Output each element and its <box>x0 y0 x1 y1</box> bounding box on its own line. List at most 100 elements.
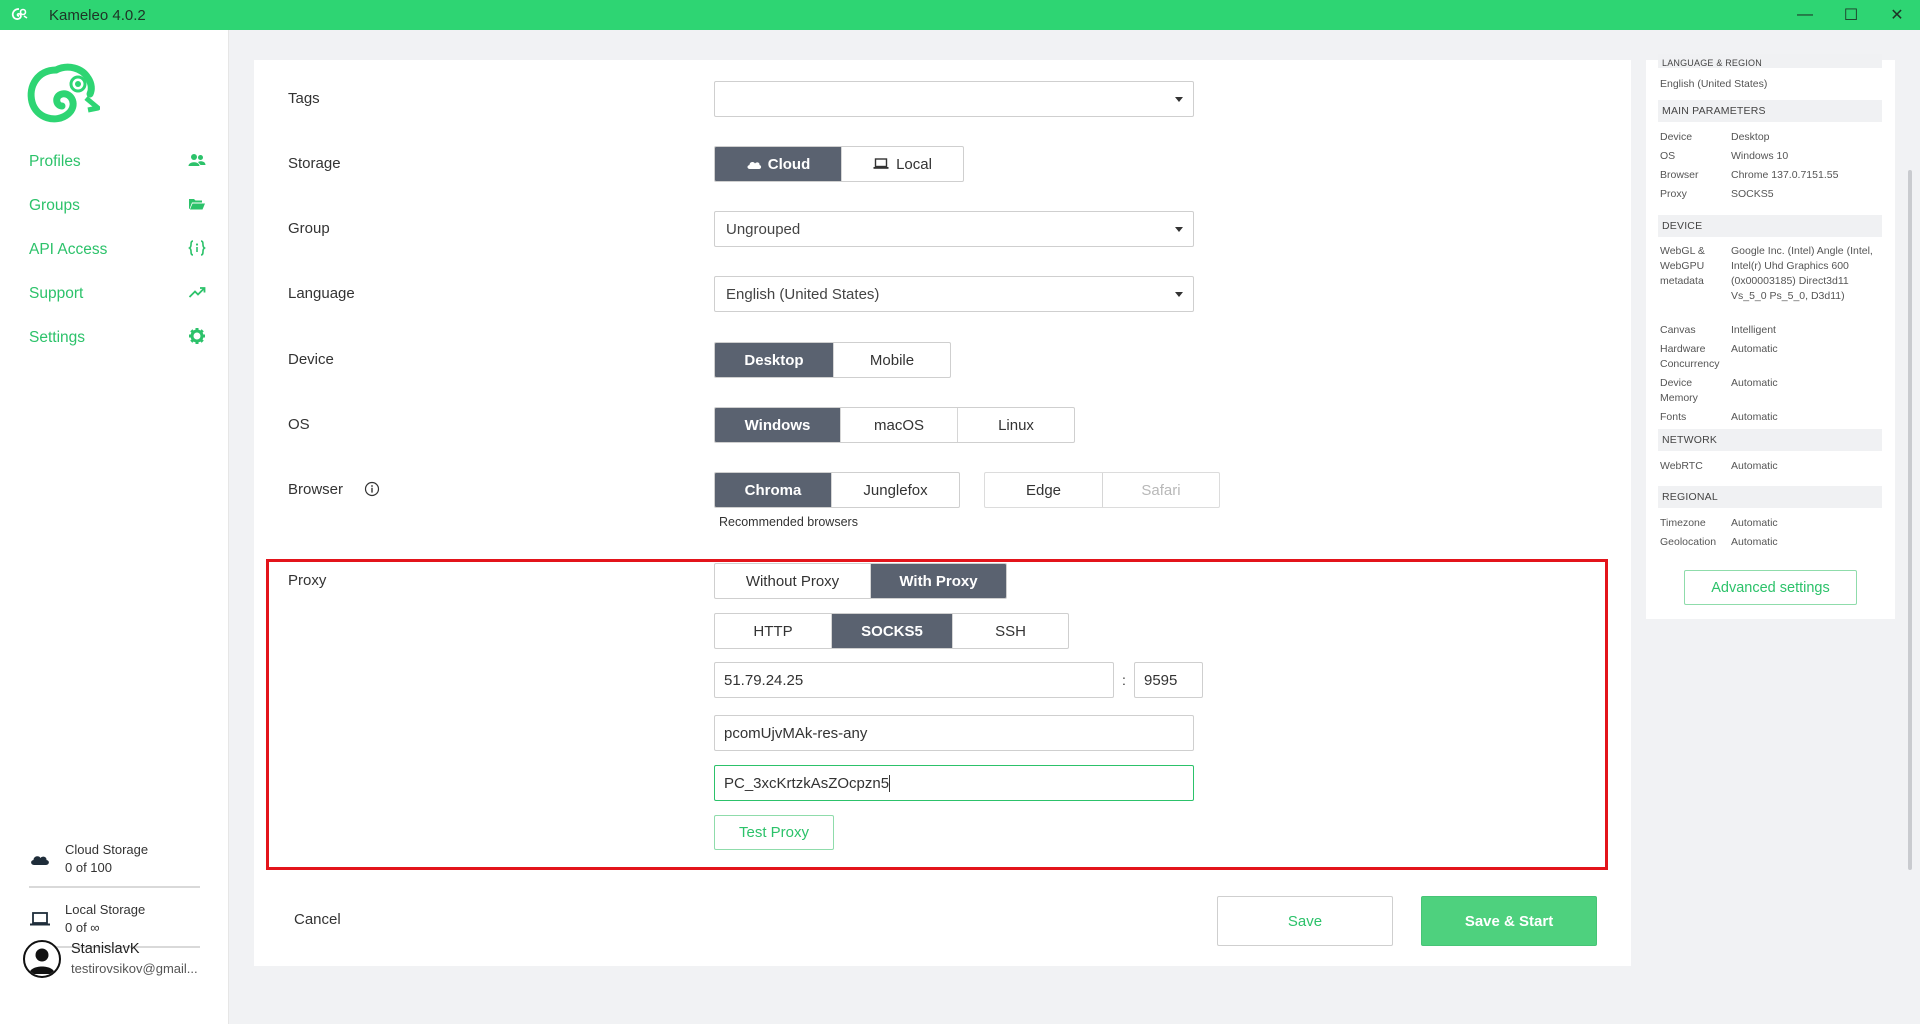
summary-key: Hardware Concurrency <box>1660 343 1720 370</box>
sidebar-item-label: API Access <box>29 241 108 258</box>
sidebar-item-support[interactable]: Support <box>29 282 206 306</box>
summary-value: Chrome 137.0.7151.55 <box>1731 169 1839 181</box>
storage-option-label: Local <box>896 155 932 173</box>
summary-value: Desktop <box>1731 131 1770 143</box>
storage-option-local[interactable]: Local <box>842 147 963 181</box>
maximize-button[interactable]: ☐ <box>1828 0 1874 30</box>
summary-key: Fonts <box>1660 411 1687 423</box>
summary-key: Device <box>1660 131 1693 143</box>
storage-option-cloud[interactable]: Cloud <box>715 147 842 181</box>
title-bar: Kameleo 4.0.2 — ☐ ✕ <box>0 0 1920 30</box>
proxy-type-socks5[interactable]: SOCKS5 <box>832 614 953 648</box>
text-caret <box>889 774 891 792</box>
summary-value: Intelligent <box>1731 324 1776 336</box>
summary-value: Automatic <box>1731 377 1778 389</box>
kameleo-logo[interactable] <box>26 60 101 128</box>
tags-select[interactable] <box>714 81 1194 117</box>
code-braces-icon <box>188 239 206 262</box>
summary-key: Geolocation <box>1660 536 1717 548</box>
gear-icon <box>188 327 206 350</box>
regional-header: REGIONAL <box>1658 486 1882 508</box>
proxy-password-input[interactable]: PC_3xcKrtzkAsZOcpzn5 <box>714 765 1194 801</box>
proxy-username-input[interactable]: pcomUjvMAk-res-any <box>714 715 1194 751</box>
device-option-mobile[interactable]: Mobile <box>834 343 950 377</box>
group-select[interactable]: Ungrouped <box>714 211 1194 247</box>
summary-key: Proxy <box>1660 188 1687 200</box>
proxy-mode-toggle: Without Proxy With Proxy <box>714 563 1007 599</box>
summary-key: OS <box>1660 150 1676 162</box>
summary-value: Windows 10 <box>1731 150 1789 162</box>
summary-value: Automatic <box>1731 411 1778 423</box>
language-select[interactable]: English (United States) <box>714 276 1194 312</box>
browser-option-chroma[interactable]: Chroma <box>715 473 832 507</box>
user-account[interactable]: StanislavK testirovsikov@gmail... <box>23 938 223 988</box>
browser-option-edge[interactable]: Edge <box>985 473 1103 507</box>
os-toggle: Windows macOS Linux <box>714 407 1075 443</box>
host-port-separator: : <box>1122 672 1126 688</box>
language-label: Language <box>288 285 355 302</box>
cloud-storage-value: 0 of 100 <box>65 860 112 875</box>
language-value: English (United States) <box>726 285 880 303</box>
proxy-host-input[interactable]: 51.79.24.25 <box>714 662 1114 698</box>
device-label: Device <box>288 351 334 368</box>
summary-value: Automatic <box>1731 536 1778 548</box>
info-icon[interactable] <box>364 481 380 502</box>
summary-key: Browser <box>1660 169 1699 181</box>
cloud-storage-indicator: Cloud Storage 0 of 100 <box>29 842 200 888</box>
chevron-down-icon <box>1175 227 1183 232</box>
test-proxy-button[interactable]: Test Proxy <box>714 815 834 850</box>
proxy-mode-with[interactable]: With Proxy <box>871 564 1006 598</box>
window-title: Kameleo 4.0.2 <box>49 6 146 24</box>
scrollbar[interactable] <box>1908 170 1912 870</box>
profile-summary-panel: LANGUAGE & REGION English (United States… <box>1646 54 1895 619</box>
sidebar: Profiles Groups API Access Support Setti… <box>0 30 229 1024</box>
save-button[interactable]: Save <box>1217 896 1393 946</box>
user-name: StanislavK <box>71 941 140 957</box>
proxy-mode-without[interactable]: Without Proxy <box>715 564 871 598</box>
proxy-type-ssh[interactable]: SSH <box>953 614 1068 648</box>
summary-key: Device Memory <box>1660 377 1698 404</box>
sidebar-item-profiles[interactable]: Profiles <box>29 150 206 174</box>
sidebar-item-settings[interactable]: Settings <box>29 326 206 350</box>
cancel-button[interactable]: Cancel <box>294 911 341 928</box>
cloud-storage-label: Cloud Storage <box>65 842 149 857</box>
storage-toggle: Cloud Local <box>714 146 964 182</box>
summary-value: SOCKS5 <box>1731 188 1774 200</box>
laptop-icon <box>873 158 889 170</box>
folder-open-icon <box>188 195 206 218</box>
minimize-button[interactable]: — <box>1782 0 1828 30</box>
language-summary-value: English (United States) <box>1660 78 1768 90</box>
language-region-header: LANGUAGE & REGION <box>1658 54 1882 68</box>
sidebar-item-label: Groups <box>29 197 80 214</box>
device-option-desktop[interactable]: Desktop <box>715 343 834 377</box>
sidebar-item-label: Settings <box>29 329 86 346</box>
proxy-type-http[interactable]: HTTP <box>715 614 832 648</box>
kameleo-app-icon <box>8 4 30 26</box>
advanced-settings-button[interactable]: Advanced settings <box>1684 570 1857 605</box>
summary-value: Google Inc. (Intel) Angle (Intel, Intel(… <box>1731 245 1873 302</box>
laptop-icon <box>29 910 51 928</box>
storage-option-label: Cloud <box>767 155 811 173</box>
main-parameters-header: MAIN PARAMETERS <box>1658 100 1882 122</box>
group-label: Group <box>288 220 330 237</box>
sidebar-item-groups[interactable]: Groups <box>29 194 206 218</box>
os-option-macos[interactable]: macOS <box>841 408 958 442</box>
recommended-browsers-caption: Recommended browsers <box>719 515 858 529</box>
sidebar-item-api-access[interactable]: API Access <box>29 238 206 262</box>
summary-key: WebRTC <box>1660 460 1703 472</box>
group-value: Ungrouped <box>726 220 801 238</box>
os-option-windows[interactable]: Windows <box>715 408 841 442</box>
device-header: DEVICE <box>1658 215 1882 237</box>
user-email: testirovsikov@gmail... <box>71 961 198 976</box>
proxy-port-input[interactable]: 9595 <box>1134 662 1203 698</box>
storage-label: Storage <box>288 155 341 172</box>
cloud-icon <box>746 158 762 170</box>
network-header: NETWORK <box>1658 429 1882 451</box>
trend-up-icon <box>188 283 206 306</box>
browser-option-junglefox[interactable]: Junglefox <box>832 473 959 507</box>
local-storage-value: 0 of ∞ <box>65 920 100 935</box>
browser-option-safari: Safari <box>1141 481 1181 499</box>
close-button[interactable]: ✕ <box>1874 0 1920 30</box>
os-option-linux[interactable]: Linux <box>958 408 1074 442</box>
save-and-start-button[interactable]: Save & Start <box>1421 896 1597 946</box>
